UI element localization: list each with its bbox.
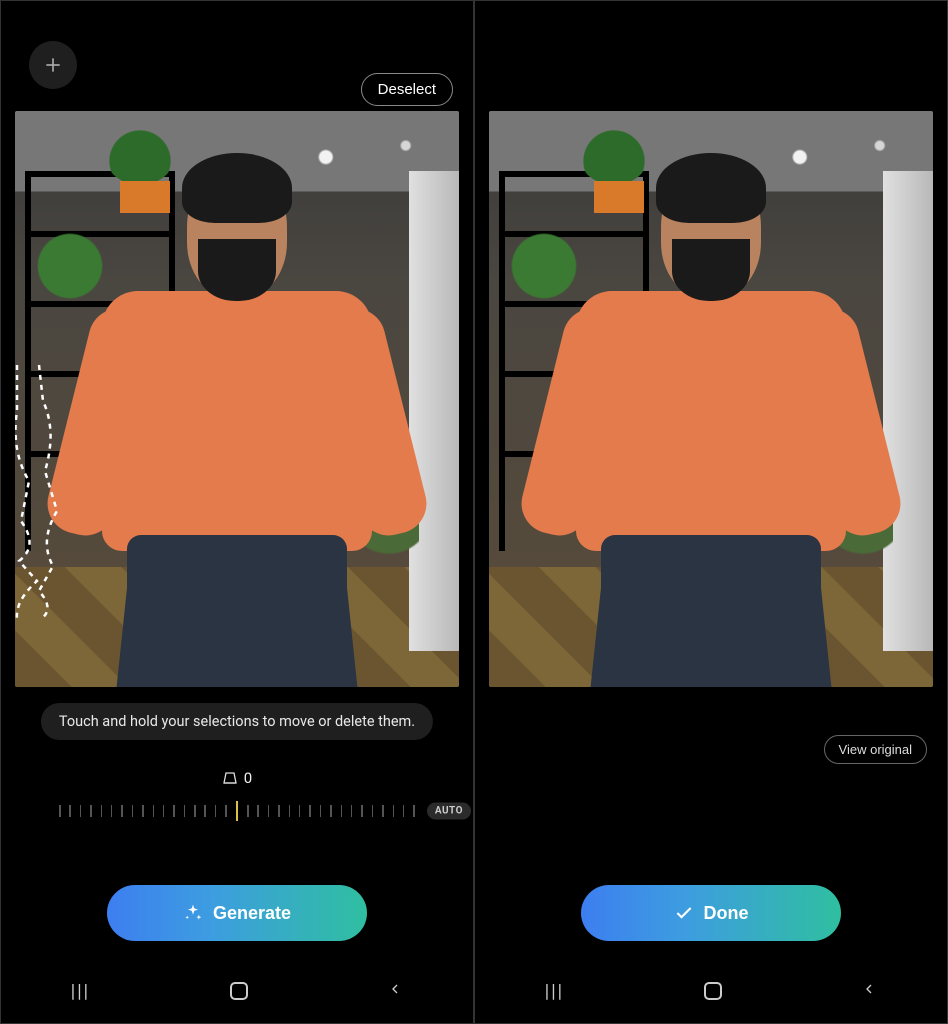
photo-column	[409, 171, 459, 651]
photo-subject	[77, 147, 397, 687]
nav-home-button[interactable]	[704, 982, 722, 1000]
generate-button[interactable]: Generate	[107, 885, 367, 941]
nav-recents-button[interactable]: |||	[71, 981, 90, 1002]
photo-canvas[interactable]	[15, 111, 459, 687]
slider-value-label: 0	[1, 769, 473, 787]
back-icon	[387, 981, 403, 997]
slider-value: 0	[244, 769, 252, 787]
hint-tooltip: Touch and hold your selections to move o…	[41, 703, 433, 740]
slider-ticks	[57, 799, 417, 823]
photo-canvas[interactable]	[489, 111, 933, 687]
editor-pane-right: View original Done |||	[474, 0, 948, 1024]
photo-column	[883, 171, 933, 651]
top-bar: Deselect	[1, 1, 473, 111]
back-icon	[861, 981, 877, 997]
add-button[interactable]	[29, 41, 77, 89]
generate-button-label: Generate	[213, 903, 291, 924]
nav-back-button[interactable]	[861, 981, 877, 1001]
view-original-button[interactable]: View original	[824, 735, 927, 764]
android-nav-bar: |||	[1, 971, 473, 1011]
rotation-slider[interactable]: AUTO	[57, 799, 417, 823]
nav-recents-button[interactable]: |||	[545, 981, 564, 1002]
nav-back-button[interactable]	[387, 981, 403, 1001]
android-nav-bar: |||	[475, 971, 947, 1011]
done-button[interactable]: Done	[581, 885, 841, 941]
editor-pane-left: Deselect Touch and hold your selections …	[0, 0, 474, 1024]
photo-subject	[551, 147, 871, 687]
auto-badge[interactable]: AUTO	[427, 803, 471, 820]
sparkle-icon	[183, 903, 203, 923]
done-button-label: Done	[704, 903, 749, 924]
check-icon	[674, 903, 694, 923]
rotation-slider-area: 0 AUTO	[1, 769, 473, 823]
nav-home-button[interactable]	[230, 982, 248, 1000]
perspective-icon	[222, 771, 238, 785]
plus-icon	[43, 55, 63, 75]
deselect-button[interactable]: Deselect	[361, 73, 453, 106]
